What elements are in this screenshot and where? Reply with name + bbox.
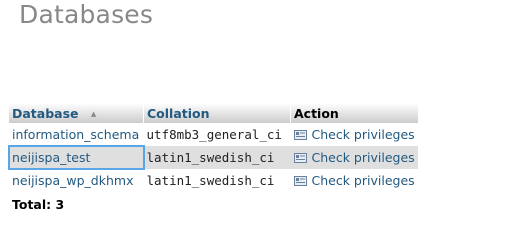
databases-table: Database ▲ Collation Action information_… xyxy=(8,103,418,216)
action-cell: Check privileges xyxy=(290,169,418,192)
privileges-icon xyxy=(293,130,307,140)
database-name-cell[interactable]: neijispa_wp_dkhmx xyxy=(9,169,144,192)
collation-cell: latin1_swedish_ci xyxy=(143,169,291,192)
action-cell: Check privileges xyxy=(290,146,418,169)
database-name-cell[interactable]: neijispa_test xyxy=(8,145,145,170)
database-name-cell[interactable]: information_schema xyxy=(9,123,144,146)
check-privileges-label[interactable]: Check privileges xyxy=(312,127,415,142)
total-row: Total: 3 xyxy=(9,192,418,216)
table-row: information_schema utf8mb3_general_ci Ch… xyxy=(9,123,418,146)
check-privileges-link[interactable]: Check privileges xyxy=(293,127,415,142)
table-row: neijispa_wp_dkhmx latin1_swedish_ci Chec… xyxy=(9,169,418,192)
collation-cell: latin1_swedish_ci xyxy=(143,146,291,169)
column-header-database[interactable]: Database ▲ xyxy=(9,103,144,123)
table-body: information_schema utf8mb3_general_ci Ch… xyxy=(8,123,418,216)
table-row: neijispa_test latin1_swedish_ci Check pr… xyxy=(8,145,418,170)
privileges-icon xyxy=(293,176,307,186)
total-empty-cell xyxy=(290,192,418,216)
collation-cell: utf8mb3_general_ci xyxy=(143,123,291,146)
check-privileges-label[interactable]: Check privileges xyxy=(312,150,415,165)
check-privileges-label[interactable]: Check privileges xyxy=(312,173,415,188)
total-label: Total: 3 xyxy=(9,192,144,216)
total-empty-cell xyxy=(143,192,291,216)
check-privileges-link[interactable]: Check privileges xyxy=(293,173,415,188)
table-header: Database ▲ Collation Action xyxy=(9,103,418,123)
action-header-label: Action xyxy=(294,105,339,121)
database-link[interactable]: information_schema xyxy=(12,127,139,142)
column-header-collation[interactable]: Collation xyxy=(143,103,291,123)
sort-ascending-icon[interactable]: ▲ xyxy=(91,110,96,118)
page-title: Databases xyxy=(19,0,154,29)
sort-by-database-link[interactable]: Database xyxy=(12,106,79,121)
database-link[interactable]: neijispa_wp_dkhmx xyxy=(12,173,133,188)
database-link[interactable]: neijispa_test xyxy=(12,150,90,165)
check-privileges-link[interactable]: Check privileges xyxy=(293,150,415,165)
action-cell: Check privileges xyxy=(290,123,418,146)
column-header-action: Action xyxy=(290,103,418,123)
sort-by-collation-link[interactable]: Collation xyxy=(147,106,210,121)
privileges-icon xyxy=(293,153,307,163)
header-row: Database ▲ Collation Action xyxy=(9,103,418,123)
